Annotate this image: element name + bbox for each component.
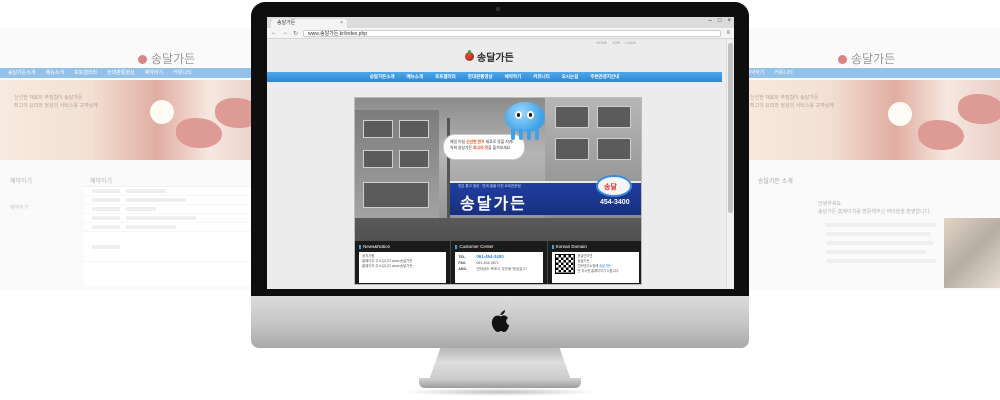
sign-name: 송달가든	[460, 194, 527, 213]
reload-icon[interactable]: ↻	[293, 30, 298, 37]
octopus-mascot-icon	[505, 102, 545, 140]
sign-phone: 454-3400	[600, 199, 630, 206]
bg-greeting-right: 안녕하세요.	[818, 201, 843, 207]
news-panel: 공지사항 홈페이지 주소입니다 www.송달가든. 홈페이지 주소입니다 www…	[359, 252, 447, 283]
nav-item-menu[interactable]: 메뉴소개	[407, 72, 424, 82]
forward-icon[interactable]: →	[282, 30, 288, 36]
monitor-neck	[429, 348, 571, 380]
nav-item-gallery[interactable]: 포토갤러리	[435, 72, 456, 82]
close-button[interactable]: ×	[727, 18, 731, 24]
top-link-join[interactable]: JOIN	[612, 41, 620, 45]
news-box: News&Notice 공지사항 홈페이지 주소입니다 www.송달가든. 홈페…	[355, 241, 452, 284]
korean-domain-text: 한글인터넷 송달가든 인터넷주소창에 송달가든 만 치시면 홈페이지가 나옵니다	[577, 254, 619, 273]
browser-toolbar: ← → ↻ www.송달가든.kr/index.php ≡	[267, 28, 734, 39]
nav-item-community[interactable]: 커뮤니티	[533, 72, 550, 82]
bg-side-label-left: 예약하기	[10, 205, 29, 211]
speech-line-2: 저희 송달가든 최고의 맛을 즐겨보세요.	[450, 146, 512, 150]
top-link-login[interactable]: LOGIN	[625, 41, 636, 45]
site-logo[interactable]: 송달가든	[465, 49, 514, 64]
info-bar: News&Notice 공지사항 홈페이지 주소입니다 www.송달가든. 홈페…	[355, 241, 641, 284]
customer-center-title: Customer Center	[455, 244, 542, 249]
scrollbar-thumb[interactable]	[728, 43, 733, 213]
monitor-shadow	[401, 388, 599, 396]
hero-image: 맛은 좋고 정성 · 맛과 쉴을 다진 요리전문점 송달가든 송달 454-34…	[354, 97, 642, 285]
bg-banner-left: 신선한 재료와 푸짐함이 송달가든 최고의 요리와 정성의 서비스를 고객님께	[0, 80, 262, 160]
top-link-home[interactable]: HOME	[597, 41, 608, 45]
logo-text: 송달가든	[477, 53, 514, 64]
monitor-base	[419, 378, 581, 388]
apple-logo-icon	[491, 310, 509, 332]
logo-mark-icon	[465, 50, 474, 61]
nav-item-reservation[interactable]: 예약하기	[505, 72, 522, 82]
top-links: HOME JOIN LOGIN	[597, 41, 636, 45]
background-page-right: 송달가든 예약하기 커뮤니티 신선한 재료와 푸짐함이 송달가든 최고의 요리와 정…	[738, 28, 1000, 290]
nav-item-directions[interactable]: 오시는길	[562, 72, 579, 82]
bg-content-title-right: 송달가든 소개	[758, 179, 793, 185]
page-scrollbar[interactable]	[726, 39, 734, 289]
qr-code-icon	[554, 254, 575, 274]
korean-domain-title: Korean Domain	[552, 244, 639, 249]
restaurant-sign: 맛은 좋고 정성 · 맛과 쉴을 다진 요리전문점 송달가든 송달 454-34…	[450, 175, 641, 215]
korean-domain-box: Korean Domain 한글인터넷 송달가든 인터넷주소창에 송달가든 만 …	[548, 241, 641, 284]
minimize-button[interactable]: –	[709, 18, 712, 24]
tab-close-icon[interactable]: ×	[340, 19, 343, 28]
camera-icon	[496, 7, 500, 11]
window-controls: – □ ×	[709, 18, 731, 24]
address-row: ADD. 전라남도 목포시 무안동 명성길 27	[458, 267, 528, 271]
browser-tab[interactable]: 송달가든 ×	[271, 19, 347, 28]
imac-mockup: 송달가든 × – □ × ← → ↻ www.송달가든.kr/index.php…	[251, 2, 749, 398]
news-item[interactable]: 홈페이지 주소입니다 www.송달가든.	[362, 264, 443, 269]
browser-tabbar: 송달가든 × – □ ×	[267, 17, 734, 28]
bg-banner-text-left: 신선한 재료와 푸짐함이 송달가든 최고의 요리와 정성의 서비스를 고객님께	[14, 95, 98, 109]
bg-form-left	[84, 186, 262, 286]
back-icon[interactable]: ←	[271, 30, 277, 36]
building-left	[355, 110, 439, 220]
address-bar[interactable]: www.송달가든.kr/index.php	[303, 29, 722, 37]
nav-item-intro[interactable]: 송달가든소개	[370, 72, 395, 82]
maximize-button[interactable]: □	[718, 18, 722, 24]
bg-intro-right: 송달가든 홈페이지를 방문해주신 여러분을 환영합니다.	[818, 209, 931, 215]
bg-nav-left: 송달가든소개 메뉴소개 포토갤러리 현대판통영상 예약하기 커뮤니티	[0, 68, 262, 78]
stage: 송달가든 송달가든소개 메뉴소개 포토갤러리 현대판통영상 예약하기 커뮤니티 신선한 재…	[0, 0, 1000, 400]
bg-content-title-left: 예약하기	[90, 179, 113, 185]
sign-tagline: 맛은 좋고 정성 · 맛과 쉴을 다진 요리전문점	[458, 184, 521, 188]
bg-photo-right	[944, 218, 1000, 288]
bg-logo-right: 송달가든	[838, 50, 895, 67]
screen: 송달가든 × – □ × ← → ↻ www.송달가든.kr/index.php…	[267, 17, 734, 289]
customer-center-box: Customer Center TEL. 061-454-3400 FAX. 061…	[451, 241, 548, 284]
sign-badge: 송달	[596, 175, 632, 197]
customer-center-panel: TEL. 061-454-3400 FAX. 061-454-9871 ADD. 전라…	[455, 252, 543, 283]
main-nav: 송달가든소개 메뉴소개 포토갤러리 현대판통영상 예약하기 커뮤니티 오시는길 …	[267, 72, 722, 82]
bg-banner-right: 신선한 재료와 푸짐함이 송달가든 최고의 요리와 정성의 서비스를 고객님께	[738, 80, 1000, 160]
bg-logo-left: 송달가든	[138, 50, 195, 67]
bg-banner-text-right: 신선한 재료와 푸짐함이 송달가든 최고의 요리와 정성의 서비스를 고객님께	[750, 95, 834, 109]
bg-sidebar-title-left: 예약하기	[10, 179, 33, 185]
nav-item-tourism[interactable]: 주변관광지안내	[590, 72, 619, 82]
news-title[interactable]: News&Notice	[359, 244, 446, 249]
background-page-left: 송달가든 송달가든소개 메뉴소개 포토갤러리 현대판통영상 예약하기 커뮤니티 신선한 재…	[0, 28, 262, 290]
bg-nav-right: 예약하기 커뮤니티	[738, 68, 1000, 78]
website: HOME JOIN LOGIN 송달가든 송달가든소개 메뉴소개 포토갤러리 현…	[267, 39, 734, 289]
menu-icon[interactable]: ≡	[726, 30, 730, 36]
nav-item-video[interactable]: 현대판통영상	[468, 72, 493, 82]
monitor-bezel: 송달가든 × – □ × ← → ↻ www.송달가든.kr/index.php…	[251, 2, 749, 296]
